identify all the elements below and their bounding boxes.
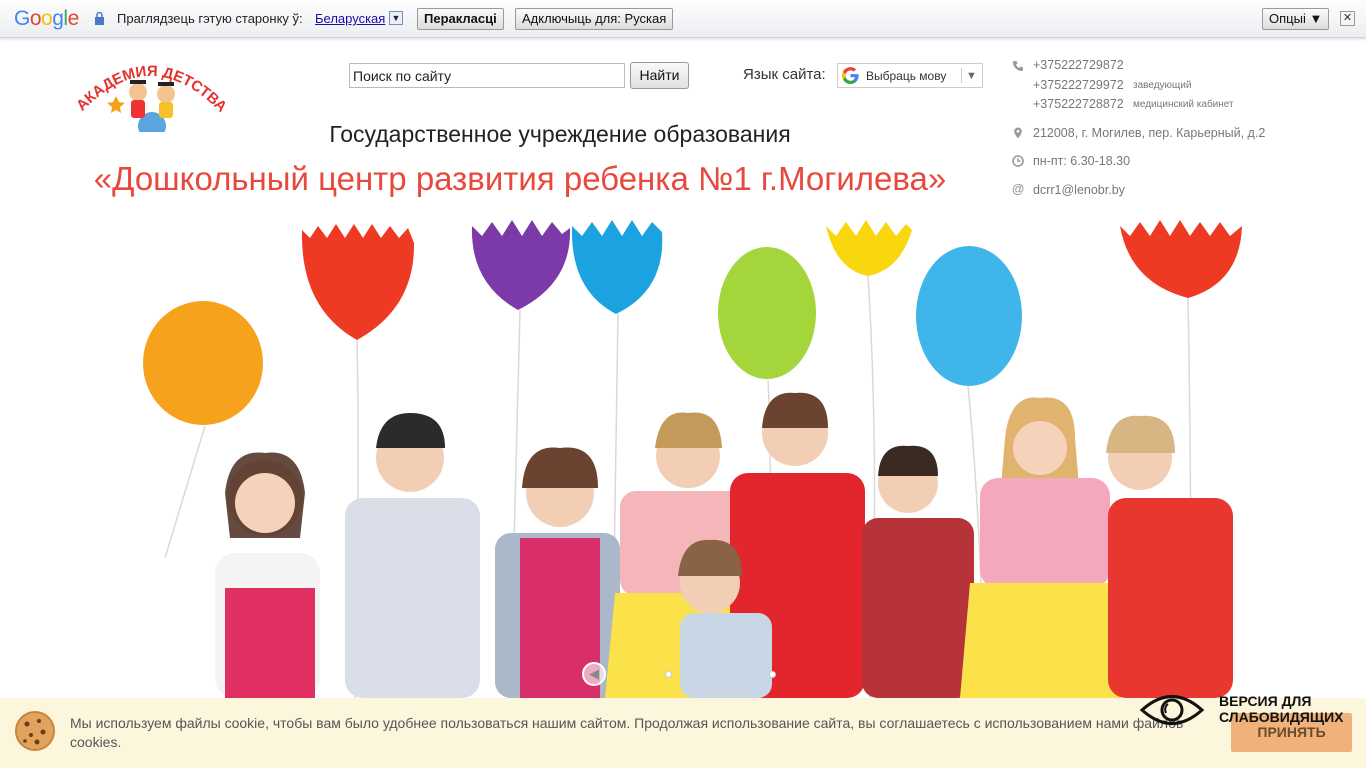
low-vision-line1: ВЕРСИЯ ДЛЯ [1219, 693, 1312, 709]
working-hours: пн-пт: 6.30-18.30 [1033, 154, 1131, 168]
search-button[interactable]: Найти [630, 62, 689, 89]
translate-options-button[interactable]: Опцыі ▼ [1262, 8, 1330, 30]
low-vision-label: ВЕРСИЯ ДЛЯ СЛАБОВИДЯЩИХ [1219, 693, 1344, 725]
balloon [718, 247, 816, 379]
slider-dot[interactable] [769, 671, 776, 678]
chevron-down-icon[interactable]: ▼ [389, 11, 403, 25]
google-logo: Google [14, 7, 79, 30]
balloon [143, 301, 263, 425]
address: 212008, г. Могилев, пер. Карьерный, д.2 [1033, 126, 1266, 140]
phone-number[interactable]: +375222728872 [1033, 97, 1124, 111]
cookie-text: Мы используем файлы cookie, чтобы вам бы… [70, 715, 1184, 750]
clock-icon [1012, 155, 1024, 167]
site-logo[interactable]: АКАДЕМИЯ ДЕТСТВА [72, 56, 228, 132]
turn-off-translate-button[interactable]: Адключыць для: Руская [515, 8, 674, 30]
language-select[interactable]: Выбраць мову ▼ [837, 63, 983, 88]
svg-text:АКАДЕМИЯ ДЕТСТВА: АКАДЕМИЯ ДЕТСТВА [73, 63, 228, 116]
balloon [916, 246, 1022, 386]
slider-dot[interactable] [665, 671, 672, 678]
phone-number[interactable]: +375222729972 [1033, 78, 1124, 92]
low-vision-version-link[interactable]: ВЕРСИЯ ДЛЯ СЛАБОВИДЯЩИХ [1140, 689, 1360, 731]
lock-icon [95, 12, 104, 25]
chevron-down-icon: ▼ [966, 70, 977, 82]
hero-slider-image [0, 208, 1366, 698]
site-language-label: Язык сайта: [743, 66, 826, 83]
translate-prompt: Праглядзець гэтую старонку ў: [117, 11, 303, 26]
slider-prev-button[interactable]: ◀ [582, 662, 606, 686]
search-input[interactable] [349, 63, 625, 88]
language-select-value: Выбраць мову [866, 69, 947, 83]
map-pin-icon [1014, 127, 1022, 139]
phone-note: медицинский кабинет [1133, 99, 1234, 110]
divider [961, 68, 962, 83]
institution-subtitle: Государственное учреждение образования [329, 121, 791, 147]
translate-button[interactable]: Перакласці [417, 8, 504, 30]
phone-icon [1013, 61, 1023, 71]
email-link[interactable]: dcrr1@lenobr.by [1033, 183, 1125, 197]
phone-number[interactable]: +375222729872 [1033, 58, 1124, 72]
phone-note: заведующий [1133, 80, 1192, 91]
low-vision-line2: СЛАБОВИДЯЩИХ [1219, 709, 1344, 725]
close-icon[interactable]: ✕ [1340, 11, 1355, 26]
page-title: «Дошкольный центр развития ребенка №1 г.… [93, 160, 947, 197]
at-icon: @ [1012, 182, 1025, 196]
translate-bar: Google Праглядзець гэтую старонку ў: Бел… [0, 0, 1366, 38]
google-g-icon [842, 67, 859, 84]
cookie-icon [15, 711, 55, 751]
eye-icon [1140, 695, 1204, 725]
translate-language-link[interactable]: Беларуская [315, 11, 385, 26]
